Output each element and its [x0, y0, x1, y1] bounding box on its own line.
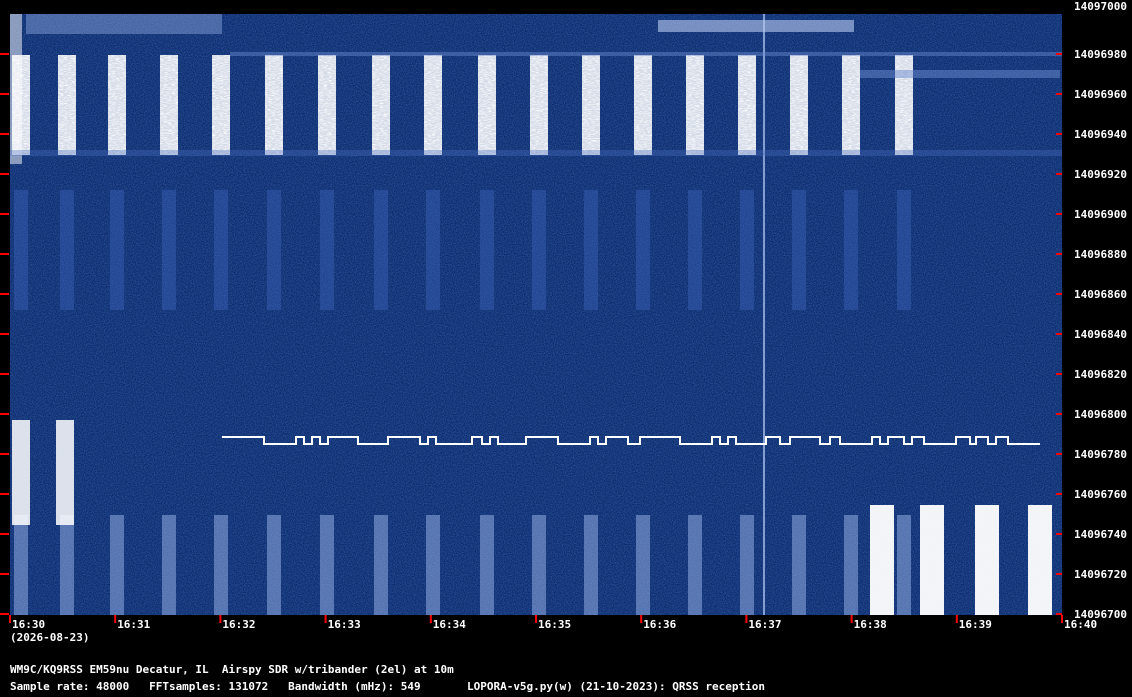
top-band-right	[658, 20, 854, 32]
burst-lower	[792, 515, 806, 615]
reception-info: Sample rate: 48000 FFTsamples: 131072 Ba…	[10, 680, 765, 693]
burst-upper-speckle	[738, 55, 756, 155]
burst-upper-speckle	[318, 55, 336, 155]
y-tick-label: 14096980	[1074, 48, 1127, 61]
burst-edge	[10, 14, 22, 164]
burst-ghost	[162, 190, 176, 310]
burst-lower	[584, 515, 598, 615]
burst-upper-speckle	[265, 55, 283, 155]
burst-lower	[14, 515, 28, 615]
y-tick-label: 14096740	[1074, 528, 1127, 541]
burst-lower	[267, 515, 281, 615]
y-tick-label: 14096760	[1074, 488, 1127, 501]
burst-ghost	[60, 190, 74, 310]
x-tick-label: 16:30	[12, 618, 46, 631]
burst-lower	[374, 515, 388, 615]
burst-left	[12, 420, 30, 525]
burst-left	[56, 420, 74, 525]
band-965	[860, 70, 1060, 78]
burst-upper-speckle	[634, 55, 652, 155]
burst-ghost	[267, 190, 281, 310]
burst-ghost	[636, 190, 650, 310]
burst-upper-speckle	[108, 55, 126, 155]
freq-top-label: 14097000	[1074, 0, 1127, 13]
burst-upper-speckle	[686, 55, 704, 155]
burst-lower	[688, 515, 702, 615]
y-tick-label: 14096940	[1074, 128, 1127, 141]
x-tick-label: 16:33	[327, 618, 361, 631]
burst-lower	[110, 515, 124, 615]
burst-ghost	[740, 190, 754, 310]
burst-upper-speckle	[530, 55, 548, 155]
burst-strong	[975, 505, 999, 615]
burst-lower	[214, 515, 228, 615]
burst-ghost	[14, 190, 28, 310]
x-tick-label: 16:40	[1064, 618, 1098, 631]
burst-ghost	[792, 190, 806, 310]
burst-lower	[740, 515, 754, 615]
x-axis-ticks	[9, 615, 1063, 623]
burst-lower	[532, 515, 546, 615]
y-tick-label: 14096960	[1074, 88, 1127, 101]
x-tick-label: 16:34	[432, 618, 466, 631]
burst-lower	[844, 515, 858, 615]
top-band-left	[26, 14, 222, 34]
burst-ghost	[532, 190, 546, 310]
x-tick-label: 16:39	[958, 618, 992, 631]
burst-lower	[480, 515, 494, 615]
burst-lower	[426, 515, 440, 615]
burst-ghost	[426, 190, 440, 310]
burst-strong	[870, 505, 894, 615]
burst-upper-speckle	[212, 55, 230, 155]
burst-upper-speckle	[790, 55, 808, 155]
y-tick-label: 14096780	[1074, 448, 1127, 461]
x-tick-label: 16:35	[538, 618, 572, 631]
burst-ghost	[214, 190, 228, 310]
burst-ghost	[844, 190, 858, 310]
station-info: WM9C/KQ9RSS EM59nu Decatur, IL Airspy SD…	[10, 663, 454, 676]
burst-ghost	[897, 190, 911, 310]
burst-ghost	[584, 190, 598, 310]
burst-ghost	[374, 190, 388, 310]
x-tick-label: 16:31	[117, 618, 151, 631]
burst-upper-speckle	[842, 55, 860, 155]
y-tick-label: 14096880	[1074, 248, 1127, 261]
y-tick-label: 14096720	[1074, 568, 1127, 581]
y-tick-label: 14096800	[1074, 408, 1127, 421]
burst-ghost	[688, 190, 702, 310]
band-925	[10, 150, 1062, 156]
band-980	[230, 52, 1062, 56]
burst-lower	[320, 515, 334, 615]
y-tick-label: 14096860	[1074, 288, 1127, 301]
burst-upper-speckle	[582, 55, 600, 155]
burst-lower	[636, 515, 650, 615]
x-tick-label: 16:32	[222, 618, 256, 631]
burst-upper-speckle	[58, 55, 76, 155]
burst-lower	[60, 515, 74, 615]
burst-lower	[897, 515, 911, 615]
y-tick-label: 14096920	[1074, 168, 1127, 181]
x-tick-label: 16:36	[643, 618, 677, 631]
y-tick-label: 14096900	[1074, 208, 1127, 221]
y-tick-label: 14096820	[1074, 368, 1127, 381]
spectrogram-plot	[0, 14, 1063, 623]
burst-ghost	[480, 190, 494, 310]
burst-upper-speckle	[372, 55, 390, 155]
burst-upper-speckle	[160, 55, 178, 155]
burst-strong	[920, 505, 944, 615]
burst-upper-speckle	[478, 55, 496, 155]
burst-ghost	[110, 190, 124, 310]
burst-lower	[162, 515, 176, 615]
x-tick-label: 16:37	[748, 618, 782, 631]
burst-upper-speckle	[424, 55, 442, 155]
burst-ghost	[320, 190, 334, 310]
date-label: (2026-08-23)	[10, 631, 90, 644]
burst-strong	[1028, 505, 1052, 615]
x-tick-label: 16:38	[853, 618, 887, 631]
y-tick-label: 14096840	[1074, 328, 1127, 341]
